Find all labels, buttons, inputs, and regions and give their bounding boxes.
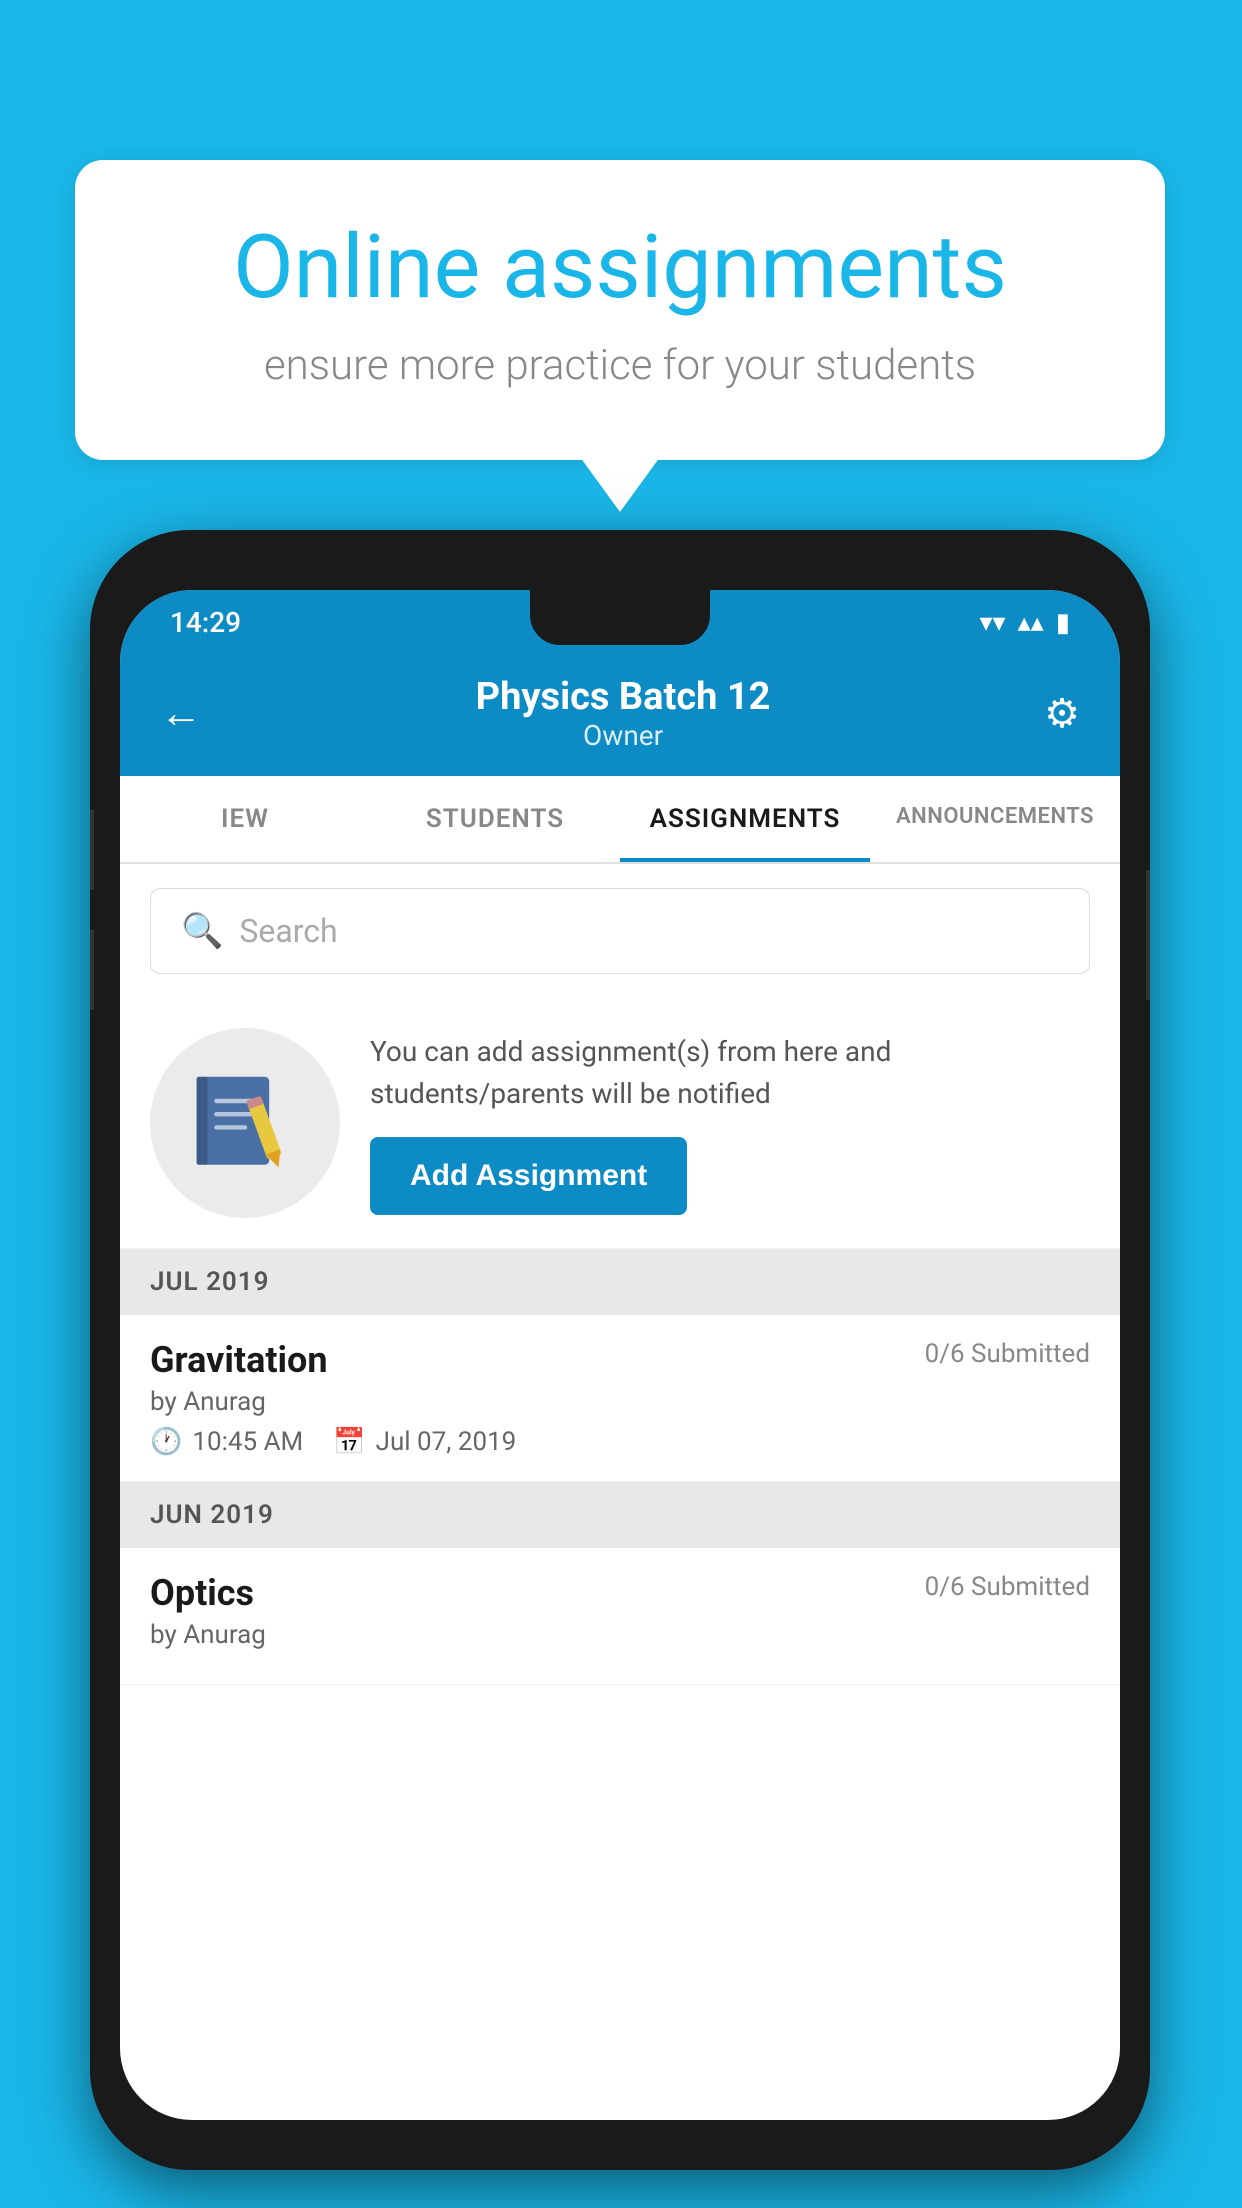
search-icon: 🔍 [181,911,223,951]
clock-icon: 🕐 [150,1427,182,1457]
phone-side-vol-up [90,810,94,890]
app-header: ← Physics Batch 12 Owner ⚙ [120,655,1120,776]
tab-assignments[interactable]: ASSIGNMENTS [620,776,870,862]
bubble-title: Online assignments [155,220,1085,317]
phone-frame: 14:29 ▾▾ ▴▴ ▮ ← Physics Batch 12 Owner ⚙… [90,530,1150,2170]
tabs-container: IEW STUDENTS ASSIGNMENTS ANNOUNCEMENTS [120,776,1120,864]
calendar-icon: 📅 [333,1427,365,1457]
assignment-meta-gravitation: 🕐 10:45 AM 📅 Jul 07, 2019 [150,1427,1090,1457]
assignment-top-optics: Optics 0/6 Submitted [150,1572,1090,1614]
notch [530,590,710,645]
assignment-time-gravitation: 🕐 10:45 AM [150,1427,303,1457]
search-container: 🔍 Search [120,864,1120,998]
status-icons: ▾▾ ▴▴ ▮ [979,608,1070,638]
speech-bubble-container: Online assignments ensure more practice … [75,160,1165,460]
add-assignment-desc: You can add assignment(s) from here and … [370,1031,1090,1115]
back-button[interactable]: ← [160,689,202,738]
assignment-submitted-optics: 0/6 Submitted [925,1572,1090,1602]
status-time: 14:29 [170,606,241,639]
add-assignment-button[interactable]: Add Assignment [370,1137,687,1215]
assignment-name-gravitation: Gravitation [150,1339,328,1381]
notebook-icon-wrap [150,1028,340,1218]
bubble-subtitle: ensure more practice for your students [155,341,1085,390]
notebook-icon [190,1068,300,1178]
header-title: Physics Batch 12 [476,675,771,719]
assignment-author-gravitation: by Anurag [150,1387,1090,1417]
search-bar[interactable]: 🔍 Search [150,888,1090,974]
signal-icon: ▴▴ [1018,608,1044,638]
wifi-icon: ▾▾ [979,608,1005,638]
assignment-name-optics: Optics [150,1572,254,1614]
assignment-item-optics[interactable]: Optics 0/6 Submitted by Anurag [120,1548,1120,1685]
section-header-jul: JUL 2019 [120,1249,1120,1315]
phone-screen: 14:29 ▾▾ ▴▴ ▮ ← Physics Batch 12 Owner ⚙… [120,590,1120,2120]
tab-students[interactable]: STUDENTS [370,776,620,862]
settings-button[interactable]: ⚙ [1044,690,1080,737]
assignment-item-gravitation[interactable]: Gravitation 0/6 Submitted by Anurag 🕐 10… [120,1315,1120,1482]
tab-iew[interactable]: IEW [120,776,370,862]
add-assignment-section: You can add assignment(s) from here and … [120,998,1120,1249]
content-area: 🔍 Search [120,864,1120,1685]
section-header-jun: JUN 2019 [120,1482,1120,1548]
assignment-date-gravitation: 📅 Jul 07, 2019 [333,1427,516,1457]
speech-bubble: Online assignments ensure more practice … [75,160,1165,460]
header-center: Physics Batch 12 Owner [476,675,771,752]
phone-side-vol-down [90,930,94,1010]
assignment-top-gravitation: Gravitation 0/6 Submitted [150,1339,1090,1381]
assignment-author-optics: by Anurag [150,1620,1090,1650]
header-subtitle: Owner [476,719,771,752]
add-assignment-info: You can add assignment(s) from here and … [370,1031,1090,1215]
assignment-submitted-gravitation: 0/6 Submitted [925,1339,1090,1369]
tab-announcements[interactable]: ANNOUNCEMENTS [870,776,1120,862]
phone-side-power [1146,870,1150,1000]
search-placeholder: Search [239,912,337,950]
battery-icon: ▮ [1056,608,1070,638]
